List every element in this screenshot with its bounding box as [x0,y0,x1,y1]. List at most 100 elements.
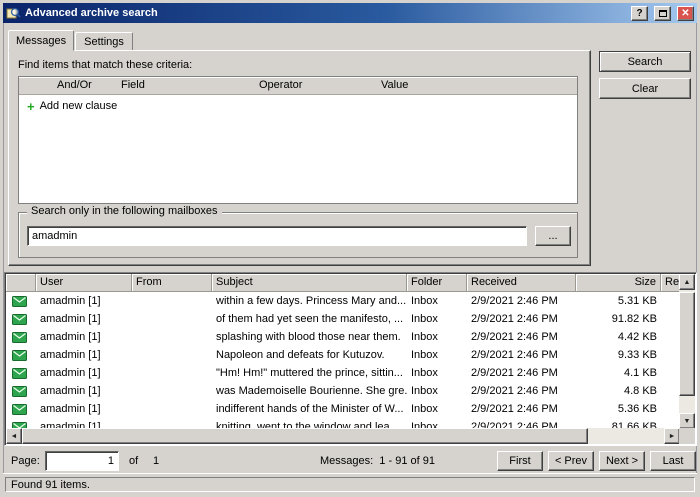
cell-received: 2/9/2021 2:46 PM [467,385,576,397]
cell-user: amadmin [1] [36,403,132,415]
horizontal-scrollbar: ◄ ► [6,428,680,444]
page-count: 1 [153,455,159,467]
cell-size: 9.33 KB [576,349,661,361]
cell-folder: Inbox [407,313,467,325]
criteria-col-andor: And/Or [57,79,92,91]
scroll-down-icon[interactable]: ▼ [679,413,695,429]
row-icon-cell [6,368,36,379]
titlebar: Advanced archive search ? ✕ [3,3,697,23]
prev-page-button[interactable]: < Prev [548,451,594,471]
cell-user: amadmin [1] [36,295,132,307]
mail-icon [12,314,27,325]
table-row[interactable]: amadmin [1] indifferent hands of the Min… [6,400,680,418]
page-label: Page: [11,455,40,467]
table-row[interactable]: amadmin [1] Napoleon and defeats for Kut… [6,346,680,364]
browse-mailboxes-button[interactable]: ... [535,226,571,246]
cell-user: amadmin [1] [36,313,132,325]
mail-icon [12,386,27,397]
row-icon-cell [6,314,36,325]
table-row[interactable]: amadmin [1] "Hm! Hm!" muttered the princ… [6,364,680,382]
column-folder[interactable]: Folder [407,274,467,292]
scroll-left-icon[interactable]: ◄ [6,428,22,444]
results-listview: User From Subject Folder Received Size R… [4,272,697,446]
help-button[interactable]: ? [631,6,648,21]
cell-received: 2/9/2021 2:46 PM [467,349,576,361]
maximize-button[interactable] [654,6,671,21]
status-text: Found 91 items. [5,477,695,492]
cell-user: amadmin [1] [36,385,132,397]
cell-folder: Inbox [407,349,467,361]
cell-size: 91.82 KB [576,313,661,325]
cell-subject: splashing with blood those near them. [212,331,407,343]
mail-icon [12,296,27,307]
mail-icon [12,350,27,361]
cell-received: 2/9/2021 2:46 PM [467,367,576,379]
next-page-button[interactable]: Next > [599,451,645,471]
window-title: Advanced archive search [25,7,625,19]
cell-received: 2/9/2021 2:46 PM [467,403,576,415]
add-new-clause-label: Add new clause [40,100,118,112]
horizontal-scroll-thumb[interactable] [22,428,588,444]
row-icon-cell [6,296,36,307]
tab-messages-label: Messages [16,35,66,47]
cell-received: 2/9/2021 2:46 PM [467,295,576,307]
clear-button[interactable]: Clear [599,78,691,99]
criteria-label: Find items that match these criteria: [18,59,192,71]
column-icon[interactable] [6,274,36,292]
cell-folder: Inbox [407,331,467,343]
column-from[interactable]: From [132,274,212,292]
results-rows: amadmin [1] within a few days. Princess … [6,292,680,429]
table-row[interactable]: amadmin [1] of them had yet seen the man… [6,310,680,328]
statusbar: Found 91 items. [3,473,697,494]
results-header: User From Subject Folder Received Size R… [6,274,680,292]
add-new-clause-link[interactable]: + Add new clause [27,100,117,112]
table-row[interactable]: amadmin [1] was Mademoiselle Bourienne. … [6,382,680,400]
column-size[interactable]: Size [576,274,661,292]
close-button[interactable]: ✕ [677,6,694,21]
mailboxes-label: Search only in the following mailboxes [27,205,222,217]
mail-icon [12,404,27,415]
column-received[interactable]: Received [467,274,576,292]
scroll-up-icon[interactable]: ▲ [679,274,695,290]
cell-received: 2/9/2021 2:46 PM [467,313,576,325]
row-icon-cell [6,386,36,397]
tab-settings[interactable]: Settings [75,32,133,51]
mail-icon [12,332,27,343]
scrollbar-corner [679,428,695,444]
criteria-table: And/Or Field Operator Value + Add new cl… [18,76,578,204]
column-subject[interactable]: Subject [212,274,407,292]
criteria-col-value: Value [381,79,408,91]
page-number-input[interactable] [45,451,119,471]
mail-icon [12,368,27,379]
tab-messages[interactable]: Messages [8,30,74,51]
mailboxes-groupbox: Search only in the following mailboxes .… [18,212,578,258]
row-icon-cell [6,350,36,361]
column-recipients[interactable]: Re [661,274,680,292]
tab-settings-label: Settings [84,36,124,48]
page-of-label: of [129,455,138,467]
cell-subject: was Mademoiselle Bourienne. She gre... [212,385,407,397]
scroll-right-icon[interactable]: ► [664,428,680,444]
cell-size: 5.36 KB [576,403,661,415]
search-button[interactable]: Search [599,51,691,72]
cell-folder: Inbox [407,403,467,415]
cell-folder: Inbox [407,367,467,379]
messages-tab-page: Find items that match these criteria: An… [8,50,591,266]
first-page-button[interactable]: First [497,451,543,471]
cell-user: amadmin [1] [36,367,132,379]
messages-count-info: Messages: 1 - 91 of 91 [320,455,435,467]
criteria-col-field: Field [121,79,145,91]
cell-folder: Inbox [407,385,467,397]
advanced-archive-search-window: Advanced archive search ? ✕ Messages Set… [0,0,700,497]
mailboxes-input[interactable] [27,226,527,246]
table-row[interactable]: amadmin [1] within a few days. Princess … [6,292,680,310]
table-row[interactable]: amadmin [1] splashing with blood those n… [6,328,680,346]
cell-subject: of them had yet seen the manifesto, ... [212,313,407,325]
vertical-scroll-thumb[interactable] [679,292,695,396]
row-icon-cell [6,404,36,415]
column-user[interactable]: User [36,274,132,292]
criteria-header: And/Or Field Operator Value [19,77,577,95]
cell-subject: Napoleon and defeats for Kutuzov. [212,349,407,361]
results-client: User From Subject Folder Received Size R… [6,274,680,429]
last-page-button[interactable]: Last [650,451,696,471]
